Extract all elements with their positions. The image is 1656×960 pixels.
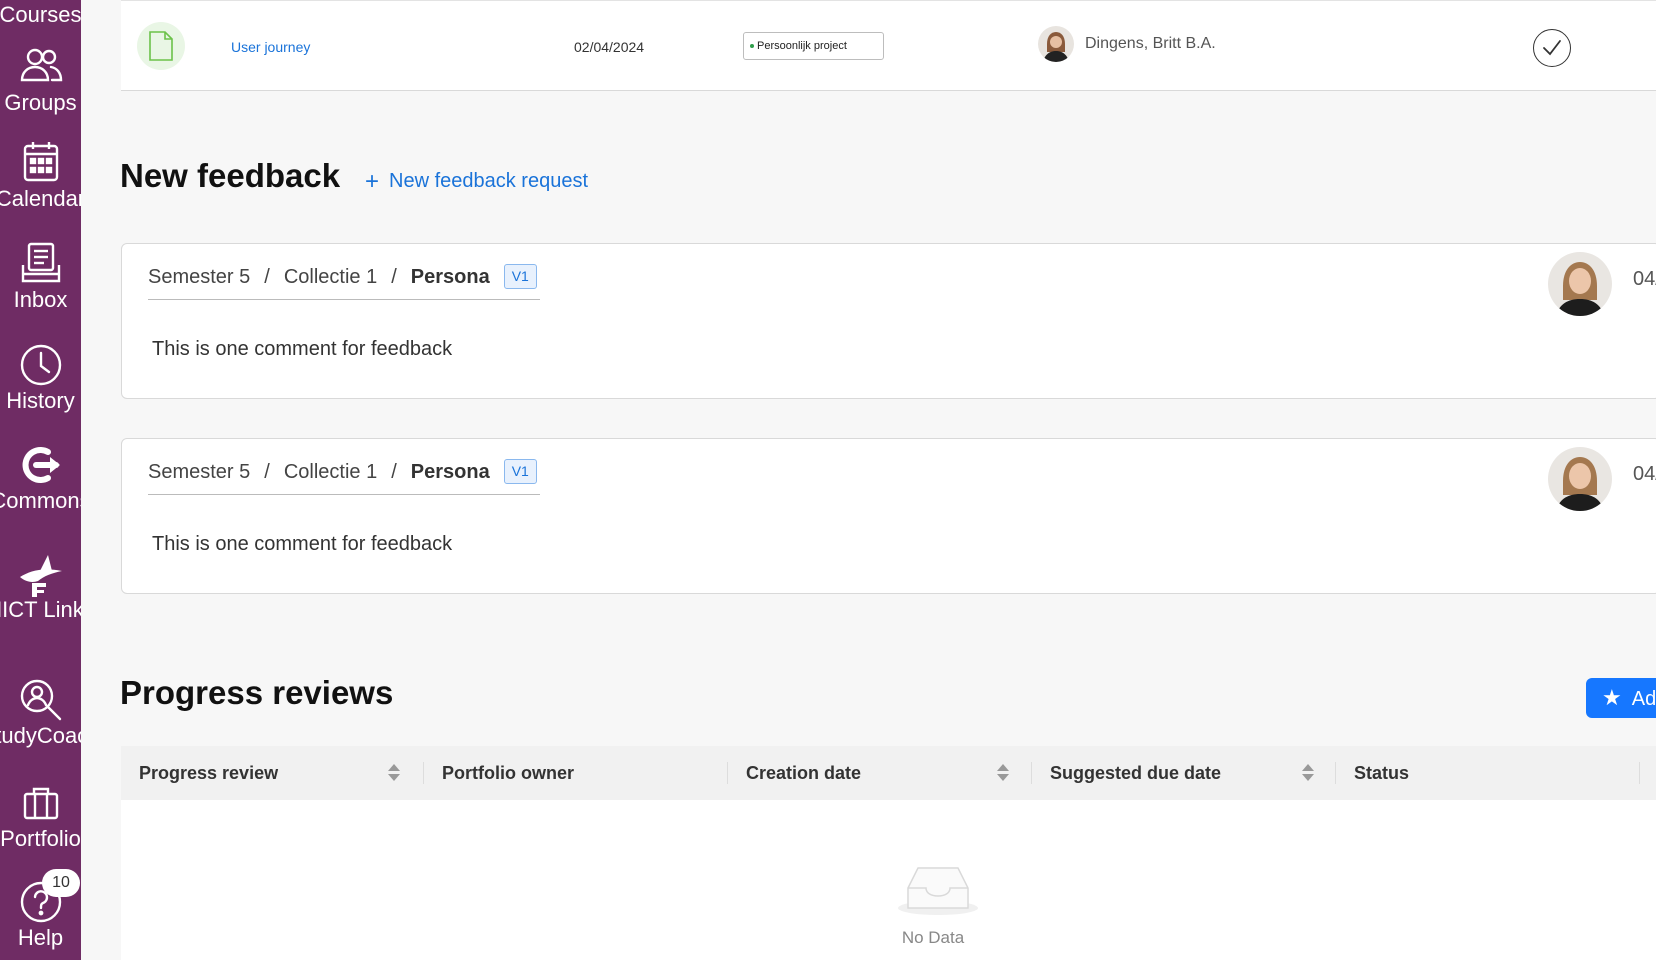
- sidebar-item-history[interactable]: History: [0, 342, 81, 442]
- new-feedback-request-label: New feedback request: [389, 170, 589, 192]
- add-progress-review-button[interactable]: ★ Ad: [1586, 678, 1656, 718]
- version-badge: V1: [503, 264, 537, 289]
- sidebar-item-inbox[interactable]: Inbox: [0, 241, 81, 341]
- breadcrumb-separator: /: [391, 266, 397, 288]
- breadcrumb-current: Persona: [410, 266, 490, 288]
- file-name-link[interactable]: User journey: [231, 39, 310, 55]
- groups-icon: [20, 48, 63, 82]
- feedback-comment: This is one comment for feedback: [152, 533, 453, 555]
- inbox-icon: [21, 242, 61, 283]
- calendar-icon: [23, 142, 59, 182]
- column-divider: [1639, 762, 1640, 784]
- feedback-date: 04/: [1633, 463, 1656, 485]
- project-tag: Persoonlijk project: [743, 32, 884, 60]
- column-label: Progress review: [139, 763, 279, 783]
- new-feedback-request-button[interactable]: + New feedback request: [365, 168, 588, 196]
- table-row: User journey 02/04/2024 Persoonlijk proj…: [121, 0, 1656, 91]
- sidebar-item-label: HICT Links: [0, 597, 81, 622]
- column-label: Creation date: [746, 763, 862, 783]
- avatar: [1548, 252, 1612, 316]
- breadcrumb: Semester 5 / Collectie 1 / Persona V1: [148, 459, 540, 495]
- portfolio-icon: [23, 787, 59, 820]
- sort-icon[interactable]: [1302, 764, 1314, 782]
- feedback-comment: This is one comment for feedback: [152, 338, 453, 360]
- breadcrumb-separator: /: [264, 461, 270, 483]
- star-icon: ★: [1602, 685, 1622, 710]
- table-body: No Data: [121, 800, 1656, 960]
- hict-links-icon: [20, 555, 62, 597]
- breadcrumb-item: Semester 5: [148, 266, 251, 288]
- history-icon: [20, 344, 62, 386]
- column-label: Portfolio owner: [442, 763, 574, 783]
- section-title-progress-reviews: Progress reviews: [120, 674, 394, 711]
- column-label: Status: [1354, 763, 1410, 783]
- sidebar-item-studycoach[interactable]: StudyCoach: [0, 677, 81, 777]
- breadcrumb-item: Collectie 1: [283, 461, 378, 483]
- feedback-date: 04/: [1633, 268, 1656, 290]
- approve-check-button[interactable]: [1533, 29, 1571, 67]
- sidebar: Courses Groups Calendar Inbox History om…: [0, 0, 81, 960]
- breadcrumb-current: Persona: [410, 461, 490, 483]
- tag-dot: [750, 44, 754, 49]
- sort-icon[interactable]: [997, 764, 1009, 782]
- sidebar-item-label: Help: [17, 925, 64, 950]
- file-date: 02/04/2024: [574, 39, 645, 55]
- sidebar-item-label: Commons: [0, 488, 81, 513]
- studycoach-icon: [20, 679, 62, 721]
- column-header-creation-date[interactable]: Creation date: [728, 746, 1032, 800]
- sidebar-item-label: Portfolio: [0, 826, 81, 851]
- checkmark-icon: [1543, 40, 1561, 56]
- tag-label: Persoonlijk project: [757, 40, 847, 52]
- column-label: Suggested due date: [1050, 763, 1222, 783]
- help-notification-badge: 10: [42, 869, 80, 897]
- breadcrumb-separator: /: [264, 266, 270, 288]
- file-icon: [137, 22, 185, 70]
- owner-name: Dingens, Britt B.A.: [1085, 35, 1216, 52]
- avatar: [1038, 26, 1074, 62]
- breadcrumb-item: Semester 5: [148, 461, 251, 483]
- section-title-new-feedback: New feedback: [120, 157, 341, 194]
- sort-icon[interactable]: [388, 764, 400, 782]
- sidebar-item-label: Courses: [0, 2, 81, 27]
- main-content: User journey 02/04/2024 Persoonlijk proj…: [81, 0, 1656, 960]
- avatar: [1548, 447, 1612, 511]
- sidebar-item-label: Calendar: [0, 186, 81, 211]
- version-badge: V1: [503, 459, 537, 484]
- sidebar-item-help[interactable]: 10 Help: [0, 869, 81, 960]
- column-header-status: Status: [1336, 746, 1640, 800]
- feedback-card[interactable]: Semester 5 / Collectie 1 / Persona V1 This is…: [121, 243, 1656, 399]
- sidebar-item-calendar[interactable]: Calendar: [0, 140, 81, 240]
- sidebar-item-groups[interactable]: Groups: [0, 44, 81, 144]
- breadcrumb: Semester 5 / Collectie 1 / Persona V1: [148, 264, 540, 300]
- sidebar-item-portfolio[interactable]: Portfolio: [0, 780, 81, 880]
- breadcrumb-separator: /: [391, 461, 397, 483]
- column-header-progress-review[interactable]: Progress review: [121, 746, 424, 800]
- column-header-suggested-due-date[interactable]: Suggested due date: [1032, 746, 1336, 800]
- table-header: Progress review Portfolio owner Creation…: [121, 746, 1656, 800]
- sidebar-item-label: Inbox: [13, 287, 68, 312]
- sidebar-item-hict-links[interactable]: HICT Links: [0, 551, 81, 651]
- sidebar-item-label: StudyCoach: [0, 723, 81, 748]
- sidebar-item-label: History: [6, 388, 75, 413]
- sidebar-item-label: Groups: [4, 90, 77, 115]
- breadcrumb-item: Collectie 1: [283, 266, 378, 288]
- empty-state-text: No Data: [901, 928, 965, 947]
- commons-icon: [22, 447, 60, 483]
- sidebar-item-commons[interactable]: Commons: [0, 442, 81, 542]
- feedback-card[interactable]: Semester 5 / Collectie 1 / Persona V1 This is…: [121, 438, 1656, 594]
- add-button-label: Ad: [1631, 688, 1656, 710]
- column-header-portfolio-owner: Portfolio owner: [424, 746, 728, 800]
- plus-icon: +: [365, 168, 380, 195]
- empty-inbox-icon: [898, 867, 978, 915]
